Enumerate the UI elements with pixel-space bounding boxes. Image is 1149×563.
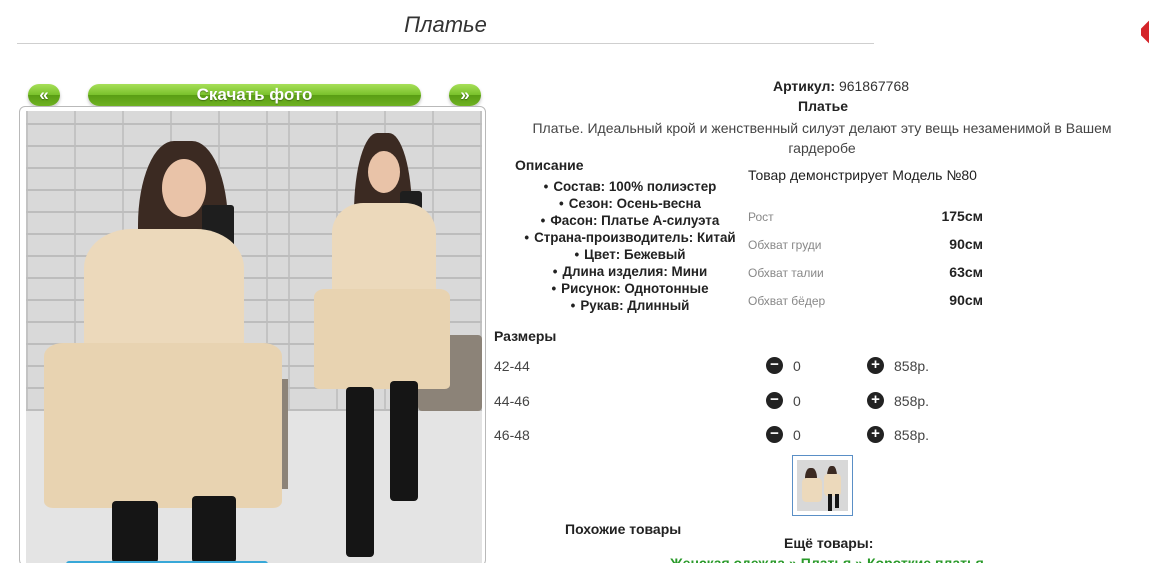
more-products-title: Ещё товары: — [784, 535, 874, 551]
feature-item: Фасон: Платье А-силуэта — [512, 212, 748, 229]
feature-item: Цвет: Бежевый — [512, 246, 748, 263]
size-price: 858р. — [894, 427, 930, 443]
measurement-value: 175см — [941, 208, 983, 224]
quantity-value: 0 — [793, 393, 801, 409]
measurement-row: Обхват талии 63см — [748, 264, 988, 284]
size-row: 44-46 − 0 + 858р. — [494, 390, 954, 412]
sizes-title: Размеры — [494, 328, 557, 344]
measurement-label: Обхват груди — [748, 238, 822, 252]
category-breadcrumb: Женская одежда » Платья » Короткие платья — [670, 555, 984, 563]
size-row: 46-48 − 0 + 858р. — [494, 424, 954, 446]
minus-circle-icon[interactable]: − — [766, 392, 783, 409]
crumb-link[interactable]: Женская одежда — [670, 555, 785, 563]
product-photo-left — [26, 111, 288, 563]
product-description: Платье. Идеальный крой и женственный сил… — [532, 120, 1112, 156]
plus-circle-icon[interactable]: + — [867, 392, 884, 409]
measurement-row: Рост 175см — [748, 208, 988, 228]
measurement-row: Обхват бёдер 90см — [748, 292, 988, 312]
next-photo-button[interactable]: » — [449, 84, 481, 106]
model-line: Товар демонстрирует Модель №80 — [748, 167, 977, 183]
minus-circle-icon[interactable]: − — [766, 357, 783, 374]
feature-item: Рисунок: Однотонные — [512, 280, 748, 297]
crumb-separator: » — [789, 555, 797, 563]
measurement-value: 90см — [949, 236, 983, 252]
size-price: 858р. — [894, 358, 930, 374]
feature-item: Рукав: Длинный — [512, 297, 748, 314]
measurement-value: 63см — [949, 264, 983, 280]
article-line: Артикул: 961867768 — [497, 78, 1149, 94]
plus-circle-icon[interactable]: + — [867, 426, 884, 443]
product-photo[interactable] — [26, 111, 482, 563]
crumb-link[interactable]: Короткие платья — [867, 555, 984, 563]
feature-item: Сезон: Осень-весна — [512, 195, 748, 212]
size-label: 44-46 — [494, 393, 530, 409]
feature-item: Длина изделия: Мини — [512, 263, 748, 280]
photo-thumbnail[interactable] — [792, 455, 853, 516]
product-photo-frame — [19, 106, 486, 563]
quantity-value: 0 — [793, 358, 801, 374]
plus-circle-icon[interactable]: + — [867, 357, 884, 374]
article-value: 961867768 — [838, 78, 910, 94]
similar-products-title: Похожие товары — [565, 521, 682, 537]
page-title: Платье — [17, 10, 874, 44]
measurement-label: Рост — [748, 210, 774, 224]
size-label: 42-44 — [494, 358, 530, 374]
feature-item: Страна-производитель: Китай — [512, 229, 748, 246]
size-price: 858р. — [894, 393, 930, 409]
quantity-value: 0 — [793, 427, 801, 443]
size-label: 46-48 — [494, 427, 530, 443]
measurement-row: Обхват груди 90см — [748, 236, 988, 256]
description-title: Описание — [515, 157, 584, 173]
features-list: Состав: 100% полиэстер Сезон: Осень-весн… — [512, 178, 748, 314]
product-name: Платье — [798, 98, 848, 114]
prev-photo-button[interactable]: « — [28, 84, 60, 106]
corner-logo-icon — [1141, 18, 1149, 46]
crumb-link[interactable]: Платья — [801, 555, 851, 563]
download-photo-button[interactable]: Скачать фото — [88, 84, 421, 106]
product-photo-right — [288, 111, 482, 563]
article-label: Артикул: — [772, 78, 836, 94]
size-row: 42-44 − 0 + 858р. — [494, 355, 954, 377]
minus-circle-icon[interactable]: − — [766, 426, 783, 443]
feature-item: Состав: 100% полиэстер — [512, 178, 748, 195]
measurement-label: Обхват талии — [748, 266, 824, 280]
crumb-separator: » — [855, 555, 863, 563]
measurement-label: Обхват бёдер — [748, 294, 826, 308]
measurement-value: 90см — [949, 292, 983, 308]
